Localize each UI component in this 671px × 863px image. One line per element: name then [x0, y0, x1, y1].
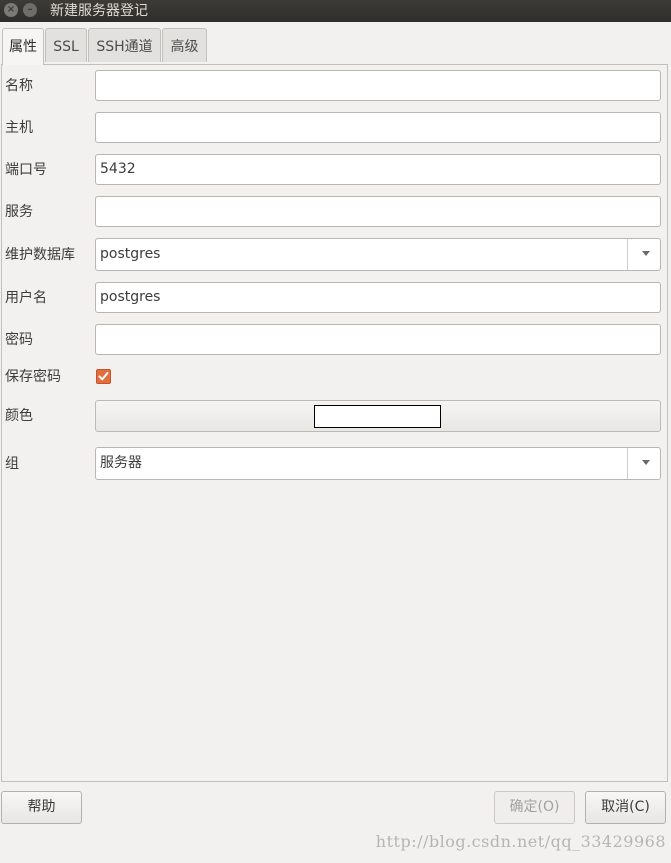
name-label: 名称 — [5, 78, 33, 94]
save-password-checkbox[interactable] — [96, 369, 111, 384]
close-window-icon[interactable]: × — [4, 3, 18, 17]
group-combo[interactable]: 服务器 — [95, 447, 661, 480]
cancel-button[interactable]: 取消(C) — [585, 791, 666, 824]
color-picker-button[interactable] — [95, 400, 661, 432]
color-label: 颜色 — [5, 408, 33, 424]
chevron-down-icon[interactable] — [642, 460, 650, 465]
title-bar: × – 新建服务器登记 — [0, 0, 671, 22]
tab-properties[interactable]: 属性 — [2, 28, 44, 65]
tab-advanced[interactable]: 高级 — [162, 28, 207, 62]
host-label: 主机 — [5, 120, 33, 136]
service-label: 服务 — [5, 204, 33, 220]
chevron-down-icon[interactable] — [642, 251, 650, 256]
combo-divider — [627, 239, 628, 270]
window-title: 新建服务器登记 — [50, 3, 148, 19]
help-button[interactable]: 帮助 — [1, 791, 82, 824]
password-label: 密码 — [5, 332, 33, 348]
minimize-window-icon[interactable]: – — [23, 3, 37, 17]
port-input[interactable]: 5432 — [95, 154, 661, 185]
username-label: 用户名 — [5, 290, 47, 306]
tab-ssl[interactable]: SSL — [45, 28, 87, 62]
checkmark-icon — [98, 372, 109, 381]
maintenance-db-label: 维护数据库 — [5, 247, 75, 263]
password-input[interactable] — [95, 324, 661, 355]
save-password-label: 保存密码 — [5, 369, 61, 385]
maintenance-db-value: postgres — [100, 246, 161, 262]
name-input[interactable] — [95, 70, 661, 101]
group-label: 组 — [5, 456, 19, 472]
username-input[interactable]: postgres — [95, 282, 661, 313]
color-swatch — [314, 405, 441, 428]
tab-ssh-tunnel[interactable]: SSH通道 — [88, 28, 161, 62]
maintenance-db-combo[interactable]: postgres — [95, 238, 661, 271]
service-input[interactable] — [95, 196, 661, 227]
combo-divider — [627, 448, 628, 479]
ok-button[interactable]: 确定(O) — [494, 791, 575, 824]
watermark-text: http://blog.csdn.net/qq_33429968 — [375, 832, 666, 851]
port-label: 端口号 — [5, 162, 47, 178]
host-input[interactable] — [95, 112, 661, 143]
group-value: 服务器 — [100, 455, 142, 471]
